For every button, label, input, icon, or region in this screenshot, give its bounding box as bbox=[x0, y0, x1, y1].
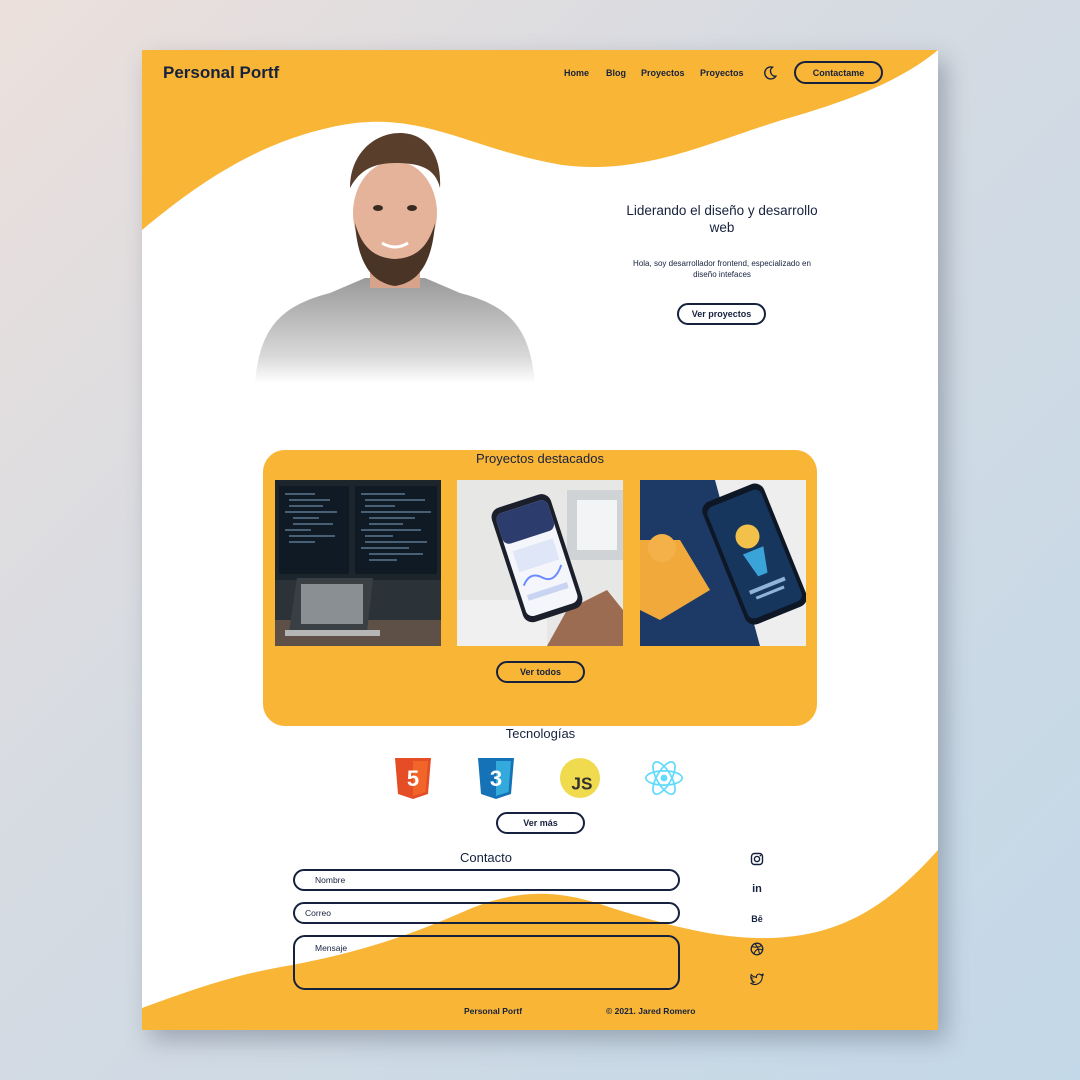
behance-icon[interactable]: Bē bbox=[749, 911, 765, 927]
project-thumb-mobile-app[interactable] bbox=[457, 480, 623, 646]
project-thumb-code[interactable] bbox=[275, 480, 441, 646]
hero-title: Liderando el diseño y desarrollo web bbox=[626, 203, 818, 235]
html5-label: 5 bbox=[407, 766, 419, 791]
css3-label: 3 bbox=[490, 766, 502, 791]
project-thumb-illustration[interactable] bbox=[640, 480, 806, 646]
message-field[interactable] bbox=[293, 935, 680, 990]
twitter-icon[interactable] bbox=[749, 971, 765, 987]
moon-icon[interactable] bbox=[762, 65, 778, 81]
projects-title: Proyectos destacados bbox=[476, 451, 604, 466]
javascript-icon: JS bbox=[559, 757, 601, 799]
view-more-button[interactable]: Ver más bbox=[496, 812, 585, 834]
html5-icon: 5 bbox=[395, 758, 431, 799]
site-logo[interactable]: Personal Portf bbox=[163, 63, 279, 83]
portfolio-page: Personal Portf Home Blog Proyectos Proye… bbox=[142, 50, 938, 1030]
name-field[interactable] bbox=[293, 869, 680, 891]
react-icon bbox=[645, 761, 683, 795]
nav-proyectos[interactable]: Proyectos bbox=[641, 68, 685, 78]
contact-title: Contacto bbox=[459, 850, 513, 865]
javascript-label: JS bbox=[571, 773, 592, 793]
linkedin-icon[interactable]: in bbox=[749, 881, 765, 897]
nav-home[interactable]: Home bbox=[564, 68, 589, 78]
footer-brand: Personal Portf bbox=[464, 1006, 523, 1016]
contact-button[interactable]: Contactame bbox=[794, 61, 883, 84]
email-field[interactable] bbox=[293, 902, 680, 924]
hero-portrait bbox=[255, 133, 535, 383]
view-projects-button[interactable]: Ver proyectos bbox=[677, 303, 766, 325]
view-all-button[interactable]: Ver todos bbox=[496, 661, 585, 683]
instagram-icon[interactable] bbox=[749, 851, 765, 867]
nav-blog[interactable]: Blog bbox=[606, 68, 626, 78]
hero-subtitle: Hola, soy desarrollador frontend, especi… bbox=[633, 259, 811, 279]
footer-copyright: © 2021. Jared Romero bbox=[606, 1006, 696, 1016]
css3-icon: 3 bbox=[478, 758, 514, 799]
nav-proyectos-2[interactable]: Proyectos bbox=[700, 68, 744, 78]
technologies-title: Tecnologías bbox=[505, 726, 576, 741]
dribbble-icon[interactable] bbox=[749, 941, 765, 957]
